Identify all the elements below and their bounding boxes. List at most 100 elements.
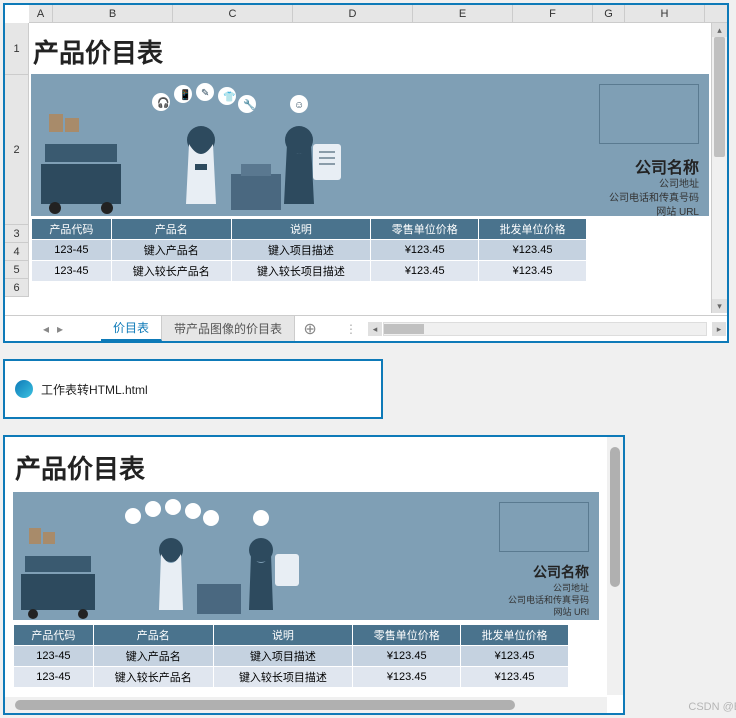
sheet-tab-bar: ◂▸ 价目表 带产品图像的价目表 ⊕ ⋮ ◂ ▸ [5, 315, 727, 341]
row-header[interactable]: 3 [5, 225, 29, 243]
table-row: 123-45 键入产品名 键入项目描述 ¥123.45 ¥123.45 [14, 646, 569, 667]
company-name: 公司名称 [609, 154, 699, 178]
svg-text:📱: 📱 [179, 88, 191, 101]
file-name: 工作表转HTML.html [41, 381, 148, 398]
col-header[interactable]: A [29, 5, 53, 22]
cell[interactable]: ¥123.45 [371, 261, 479, 282]
company-name: 公司名称 [508, 562, 589, 582]
cell[interactable]: 键入较长项目描述 [231, 261, 371, 282]
col-wholesale-price[interactable]: 批发单位价格 [479, 219, 587, 240]
price-list-table: 产品代码 产品名 说明 零售单位价格 批发单位价格 123-45 键入产品名 键… [31, 218, 587, 282]
cell: 键入较长产品名 [93, 667, 213, 688]
cell: 123-45 [14, 667, 94, 688]
illustration-icon: 🎧 📱 ✎ 👕 🔧 ☺ [31, 74, 371, 216]
cell: 键入较长项目描述 [213, 667, 353, 688]
cell[interactable]: ¥123.45 [479, 261, 587, 282]
col-header[interactable]: E [413, 5, 513, 22]
add-sheet-button[interactable]: ⊕ [295, 319, 325, 339]
scroll-up-button[interactable]: ▴ [712, 23, 727, 37]
company-info: 公司名称 公司地址 公司电话和传真号码 网站 URL [609, 154, 699, 220]
col-product-name[interactable]: 产品名 [111, 219, 231, 240]
row-header[interactable]: 2 [5, 75, 29, 225]
cell[interactable]: 123-45 [32, 240, 112, 261]
vertical-scrollbar[interactable]: ▴ ▾ [711, 23, 727, 313]
col-product-code[interactable]: 产品代码 [32, 219, 112, 240]
svg-text:☺: ☺ [294, 100, 304, 111]
horizontal-scrollbar[interactable]: ⋮ ◂ ▸ [345, 322, 727, 336]
edge-browser-icon [15, 380, 33, 398]
row-header[interactable]: 5 [5, 261, 29, 279]
cell[interactable]: 键入项目描述 [231, 240, 371, 261]
scroll-thumb[interactable] [384, 324, 424, 334]
scroll-right-button[interactable]: ▸ [712, 322, 726, 336]
sheet-tab-inactive[interactable]: 带产品图像的价目表 [162, 316, 295, 341]
company-address: 公司地址 [609, 178, 699, 192]
col-header[interactable]: G [593, 5, 625, 22]
scroll-thumb[interactable] [15, 700, 515, 710]
cell: 键入产品名 [93, 646, 213, 667]
col-header[interactable]: H [625, 5, 705, 22]
table-row[interactable]: 123-45 键入较长产品名 键入较长项目描述 ¥123.45 ¥123.45 [32, 261, 587, 282]
html-output-window: 产品价目表 公司名称 公司地址 公司电话和传真号码 网 [3, 435, 625, 715]
cell: ¥123.45 [353, 667, 461, 688]
cell[interactable]: 键入较长产品名 [111, 261, 231, 282]
company-address: 公司地址 [508, 582, 589, 594]
scroll-thumb[interactable] [714, 37, 725, 157]
row-header-column: 1 2 3 4 5 6 [5, 23, 29, 297]
watermark: CSDN @Eiceblue [688, 701, 736, 713]
logo-placeholder [599, 84, 699, 144]
sheet-tab-active[interactable]: 价目表 [101, 316, 162, 341]
horizontal-scrollbar[interactable] [5, 697, 607, 713]
table-header-row: 产品代码 产品名 说明 零售单位价格 批发单位价格 [14, 625, 569, 646]
page-title: 产品价目表 [9, 441, 603, 486]
company-url: 网站 URl [508, 606, 589, 618]
logo-placeholder [499, 502, 589, 552]
worksheet-content[interactable]: 产品价目表 🎧📱✎👕🔧 ☺ [29, 23, 711, 282]
col-header[interactable]: C [173, 5, 293, 22]
company-url: 网站 URL [609, 206, 699, 220]
col-product-name: 产品名 [93, 625, 213, 646]
table-row[interactable]: 123-45 键入产品名 键入项目描述 ¥123.45 ¥123.45 [32, 240, 587, 261]
col-retail-price[interactable]: 零售单位价格 [371, 219, 479, 240]
illustration-icon [13, 492, 333, 620]
scroll-thumb[interactable] [610, 447, 620, 587]
row-header[interactable]: 1 [5, 23, 29, 75]
col-header[interactable]: F [513, 5, 593, 22]
vertical-scrollbar[interactable] [607, 437, 623, 695]
cell: 键入项目描述 [213, 646, 353, 667]
svg-text:🔧: 🔧 [243, 98, 255, 111]
html-content[interactable]: 产品价目表 公司名称 公司地址 公司电话和传真号码 网 [9, 441, 603, 693]
cell[interactable]: ¥123.45 [371, 240, 479, 261]
cell[interactable]: 键入产品名 [111, 240, 231, 261]
company-phone: 公司电话和传真号码 [609, 192, 699, 206]
banner-image: 🎧📱✎👕🔧 ☺ 公司名称 公司地址 公司电话和传真号码 网站 URL [31, 74, 709, 216]
company-info: 公司名称 公司地址 公司电话和传真号码 网站 URl [508, 562, 589, 618]
svg-text:✎: ✎ [201, 88, 209, 99]
col-description[interactable]: 说明 [231, 219, 371, 240]
col-header[interactable]: D [293, 5, 413, 22]
scroll-down-button[interactable]: ▾ [712, 299, 727, 313]
scroll-left-button[interactable]: ◂ [368, 322, 382, 336]
tab-nav-buttons[interactable]: ◂▸ [5, 316, 101, 341]
company-phone: 公司电话和传真号码 [508, 594, 589, 606]
col-retail-price: 零售单位价格 [353, 625, 461, 646]
price-list-table: 产品代码 产品名 说明 零售单位价格 批发单位价格 123-45 键入产品名 键… [13, 624, 569, 688]
col-header[interactable]: B [53, 5, 173, 22]
column-header-row: A B C D E F G H [29, 5, 727, 23]
output-file-item[interactable]: 工作表转HTML.html [3, 359, 383, 419]
col-product-code: 产品代码 [14, 625, 94, 646]
cell[interactable]: ¥123.45 [479, 240, 587, 261]
svg-text:🎧: 🎧 [157, 96, 169, 109]
table-header-row: 产品代码 产品名 说明 零售单位价格 批发单位价格 [32, 219, 587, 240]
table-row: 123-45 键入较长产品名 键入较长项目描述 ¥123.45 ¥123.45 [14, 667, 569, 688]
row-header[interactable]: 4 [5, 243, 29, 261]
cell: 123-45 [14, 646, 94, 667]
col-wholesale-price: 批发单位价格 [461, 625, 569, 646]
excel-spreadsheet-window: A B C D E F G H 1 2 3 4 5 6 产品价目表 🎧📱✎👕🔧 [3, 3, 729, 343]
cell[interactable]: 123-45 [32, 261, 112, 282]
row-header[interactable]: 6 [5, 279, 29, 297]
col-description: 说明 [213, 625, 353, 646]
cell: ¥123.45 [461, 667, 569, 688]
banner-image: 公司名称 公司地址 公司电话和传真号码 网站 URl [13, 492, 599, 620]
svg-text:👕: 👕 [223, 91, 235, 103]
